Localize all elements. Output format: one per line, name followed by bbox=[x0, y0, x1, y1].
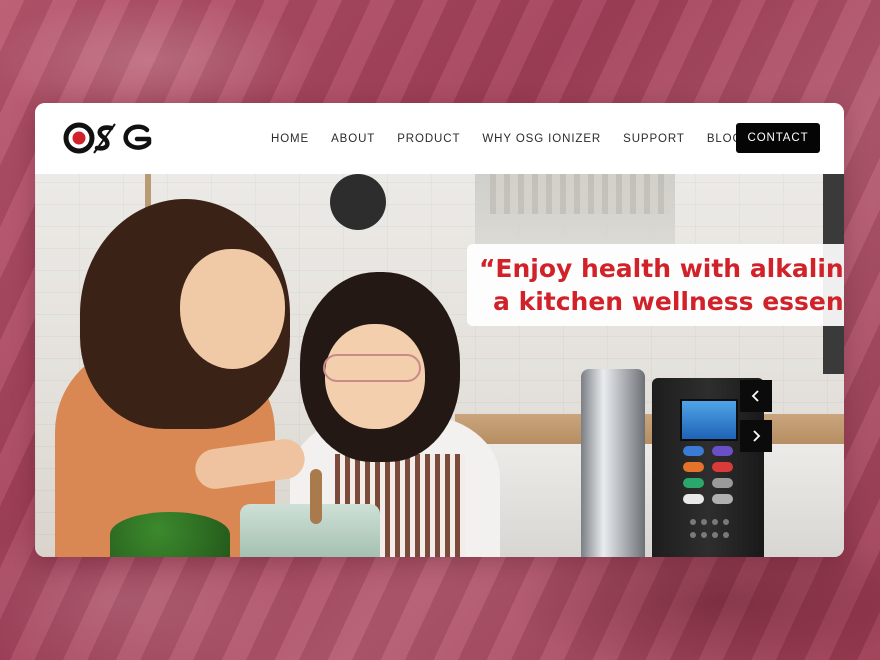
contact-button[interactable]: CONTACT bbox=[736, 123, 820, 153]
nav-support[interactable]: SUPPORT bbox=[623, 133, 685, 145]
main-menu: HOME ABOUT PRODUCT WHY OSG IONIZER SUPPO… bbox=[271, 103, 751, 174]
ionizer-keypad bbox=[683, 446, 733, 504]
wooden-spoon bbox=[310, 469, 322, 524]
nav-product[interactable]: PRODUCT bbox=[397, 133, 460, 145]
ionizer-display bbox=[680, 399, 738, 441]
nav-about[interactable]: ABOUT bbox=[331, 133, 375, 145]
hero-headline-line2: a kitchen wellness essentia bbox=[493, 287, 844, 316]
nav-home[interactable]: HOME bbox=[271, 133, 309, 145]
hero-banner: “Enjoy health with alkaline w a kitchen … bbox=[35, 174, 844, 557]
osg-logo[interactable] bbox=[63, 121, 155, 155]
kitchen-shelf bbox=[490, 174, 670, 214]
top-navigation: HOME ABOUT PRODUCT WHY OSG IONIZER SUPPO… bbox=[35, 103, 844, 174]
chevron-left-icon bbox=[751, 390, 759, 402]
nav-why-osg-ionizer[interactable]: WHY OSG IONIZER bbox=[482, 133, 601, 145]
slider-next-button[interactable] bbox=[740, 420, 772, 452]
chevron-right-icon bbox=[753, 430, 761, 442]
stainless-purifier-image bbox=[581, 369, 645, 557]
website-card: HOME ABOUT PRODUCT WHY OSG IONIZER SUPPO… bbox=[35, 103, 844, 557]
girl-glasses bbox=[323, 354, 421, 382]
hero-headline-line1: “Enjoy health with alkaline w bbox=[479, 254, 844, 283]
kitchen-counter bbox=[455, 414, 844, 444]
hanging-pan bbox=[330, 174, 386, 230]
woman-face bbox=[180, 249, 285, 369]
hero-headline-box: “Enjoy health with alkaline w a kitchen … bbox=[467, 244, 844, 326]
ionizer-buttons bbox=[690, 519, 730, 541]
salad-bowl bbox=[110, 512, 230, 557]
slider-prev-button[interactable] bbox=[740, 380, 772, 412]
